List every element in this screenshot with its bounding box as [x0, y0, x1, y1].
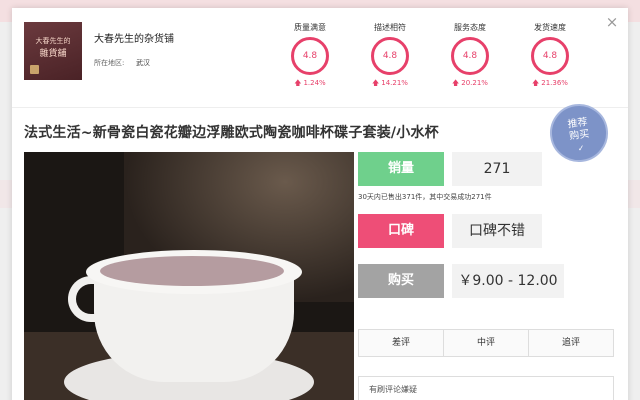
shop-header: 大春先生的 雜貨舖 大春先生的杂货铺 所在地区: 武汉 质量满意 4.8 🡅 1.… — [12, 8, 628, 108]
rating-shipping: 发货速度 4.8 🡅 21.36% — [520, 22, 580, 90]
rating-label: 描述相符 — [374, 23, 406, 32]
rating-label: 质量满意 — [294, 23, 326, 32]
region-label: 所在地区: — [94, 59, 125, 67]
check-icon: ✓ — [577, 143, 586, 154]
region-value: 武汉 — [136, 59, 150, 67]
product-title: 法式生活~新骨瓷白瓷花瓣边浮雕欧式陶瓷咖啡杯碟子套装/小水杯 — [24, 125, 439, 141]
rating-label: 服务态度 — [454, 23, 486, 32]
rating-trend: 🡅 20.21% — [440, 79, 500, 90]
logo-text-line1: 大春先生的 — [35, 37, 71, 45]
arrow-up-icon: 🡅 — [294, 79, 302, 87]
logo-cup-icon — [30, 65, 39, 74]
tab-negative-reviews[interactable]: 差评 — [359, 330, 444, 356]
logo-text-line2: 雜貨舖 — [39, 49, 67, 60]
recommend-badge: 推荐 购买 ✓ — [546, 100, 612, 166]
rating-score-ring: 4.8 — [291, 37, 329, 75]
arrow-up-icon: 🡅 — [372, 79, 380, 87]
rating-service: 服务态度 4.8 🡅 20.21% — [440, 22, 500, 90]
review-notice: 有刷评论嫌疑 — [358, 376, 614, 400]
photo-tea — [100, 256, 284, 286]
product-modal: × 大春先生的 雜貨舖 大春先生的杂货铺 所在地区: 武汉 质量满意 4.8 🡅… — [12, 8, 628, 400]
buy-button[interactable]: 购买 — [358, 264, 444, 298]
rating-trend: 🡅 14.21% — [360, 79, 420, 90]
tab-follow-up-reviews[interactable]: 追评 — [529, 330, 613, 356]
reputation-label: 口碑 — [358, 214, 444, 248]
arrow-up-icon: 🡅 — [532, 79, 540, 87]
sales-note: 30天内已售出371件，其中交易成功271件 — [358, 193, 492, 201]
badge-line2: 购买 — [568, 128, 591, 143]
sales-label: 销量 — [358, 152, 444, 186]
tab-neutral-reviews[interactable]: 中评 — [444, 330, 529, 356]
rating-quality: 质量满意 4.8 🡅 1.24% — [280, 22, 340, 90]
rating-score-ring: 4.8 — [531, 37, 569, 75]
rating-label: 发货速度 — [534, 23, 566, 32]
arrow-up-icon: 🡅 — [452, 79, 460, 87]
rating-trend: 🡅 21.36% — [520, 79, 580, 90]
review-tabs: 差评 中评 追评 — [358, 329, 614, 357]
reputation-value: 口碑不错 — [452, 214, 542, 248]
rating-score-ring: 4.8 — [451, 37, 489, 75]
rating-trend: 🡅 1.24% — [280, 79, 340, 90]
sales-value: 271 — [452, 152, 542, 186]
shop-logo[interactable]: 大春先生的 雜貨舖 — [24, 22, 82, 80]
price-value: ￥9.00 - 12.00 — [452, 264, 564, 298]
rating-description: 描述相符 4.8 🡅 14.21% — [360, 22, 420, 90]
rating-score-ring: 4.8 — [371, 37, 409, 75]
shop-name[interactable]: 大春先生的杂货铺 — [94, 30, 174, 45]
product-photo[interactable] — [24, 152, 354, 400]
